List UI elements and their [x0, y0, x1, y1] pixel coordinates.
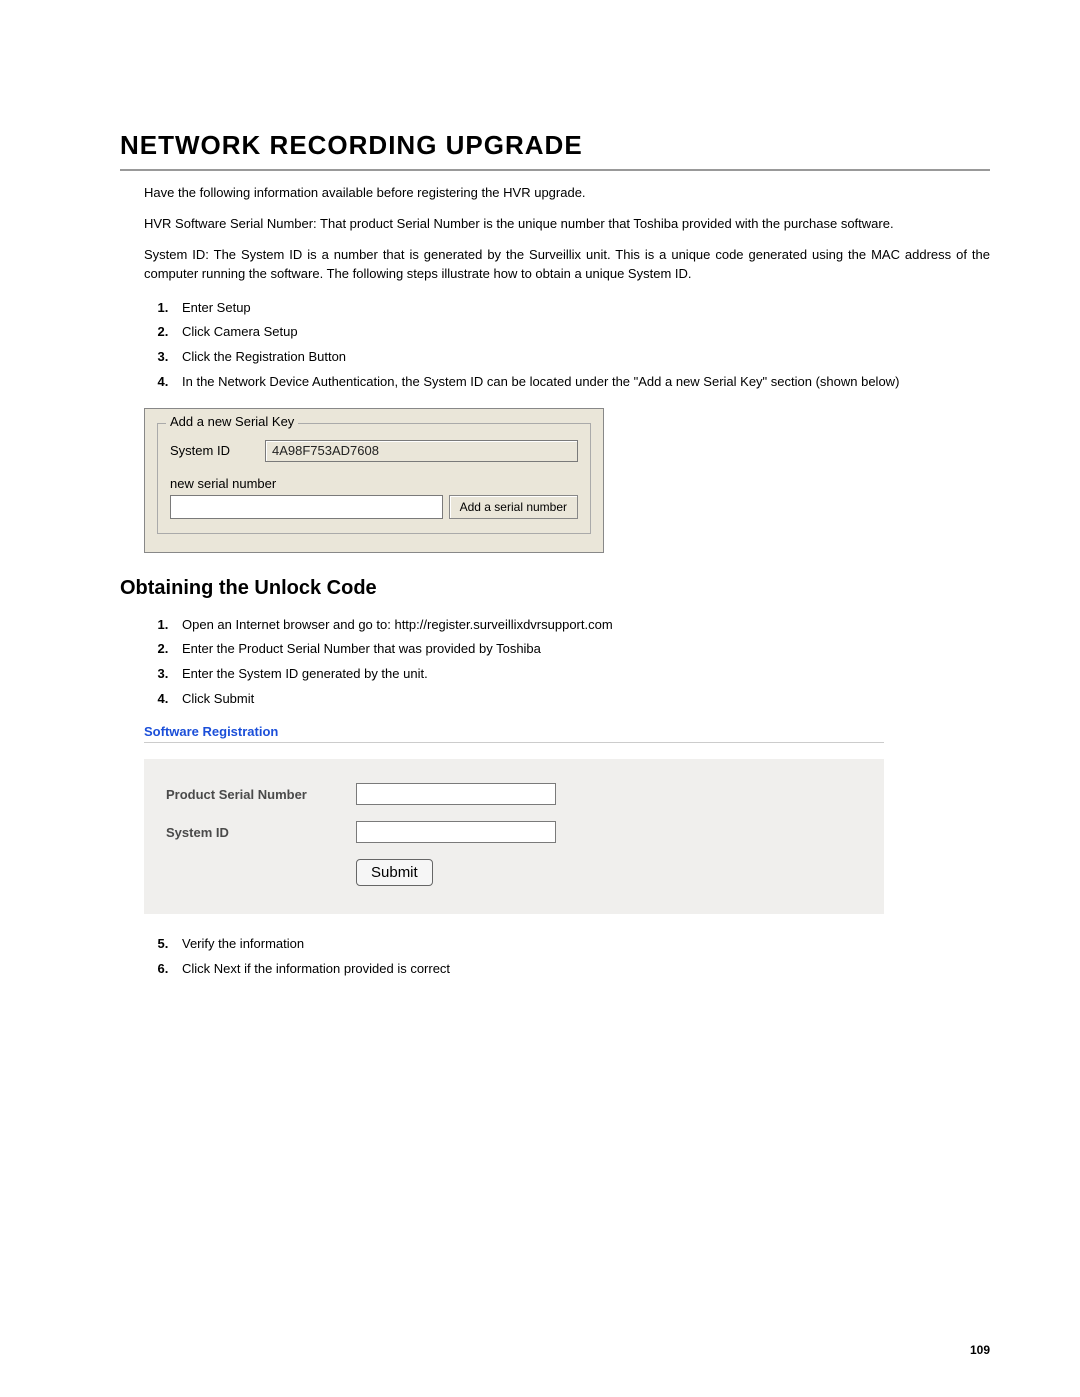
- step-item: In the Network Device Authentication, th…: [172, 370, 990, 395]
- step-item: Verify the information: [172, 932, 990, 957]
- new-serial-row: Add a serial number: [170, 495, 578, 519]
- serial-key-fieldset: Add a new Serial Key System ID new seria…: [157, 423, 591, 534]
- steps-list-b: Open an Internet browser and go to: http…: [144, 613, 990, 712]
- page-title: NETWORK RECORDING UPGRADE: [120, 130, 990, 161]
- new-serial-label: new serial number: [170, 476, 578, 491]
- steps-list-c: Verify the information Click Next if the…: [144, 932, 990, 981]
- step-item: Click Camera Setup: [172, 320, 990, 345]
- subheading: Obtaining the Unlock Code: [120, 577, 990, 600]
- serial-key-dialog: Add a new Serial Key System ID new seria…: [144, 408, 604, 553]
- webform-title: Software Registration: [144, 724, 884, 743]
- step-item: Click Submit: [172, 687, 990, 712]
- system-id-field: [265, 440, 578, 462]
- document-page: NETWORK RECORDING UPGRADE Have the follo…: [0, 0, 1080, 1397]
- title-rule: [120, 169, 990, 171]
- step-item: Click Next if the information provided i…: [172, 957, 990, 982]
- webform-body: Product Serial Number System ID Submit: [144, 759, 884, 914]
- product-serial-label: Product Serial Number: [166, 787, 356, 802]
- web-system-id-input[interactable]: [356, 821, 556, 843]
- product-serial-input[interactable]: [356, 783, 556, 805]
- step-item: Enter Setup: [172, 296, 990, 321]
- add-serial-button[interactable]: Add a serial number: [449, 495, 578, 519]
- submit-row: Submit: [356, 859, 862, 886]
- step-item: Enter the Product Serial Number that was…: [172, 637, 990, 662]
- page-number: 109: [970, 1343, 990, 1357]
- system-id-row: System ID: [170, 440, 578, 462]
- intro-paragraph-1: Have the following information available…: [144, 184, 990, 202]
- step-item: Enter the System ID generated by the uni…: [172, 662, 990, 687]
- intro-paragraph-2: HVR Software Serial Number: That product…: [144, 215, 990, 233]
- web-system-id-label: System ID: [166, 825, 356, 840]
- submit-button[interactable]: Submit: [356, 859, 433, 886]
- product-serial-row: Product Serial Number: [166, 783, 862, 805]
- registration-webform: Software Registration Product Serial Num…: [144, 724, 884, 914]
- web-system-id-row: System ID: [166, 821, 862, 843]
- new-serial-input[interactable]: [170, 495, 443, 519]
- step-item: Click the Registration Button: [172, 345, 990, 370]
- step-item: Open an Internet browser and go to: http…: [172, 613, 990, 638]
- system-id-label: System ID: [170, 443, 265, 458]
- fieldset-legend: Add a new Serial Key: [166, 414, 298, 429]
- intro-paragraph-3: System ID: The System ID is a number tha…: [144, 246, 990, 282]
- steps-list-a: Enter Setup Click Camera Setup Click the…: [144, 296, 990, 395]
